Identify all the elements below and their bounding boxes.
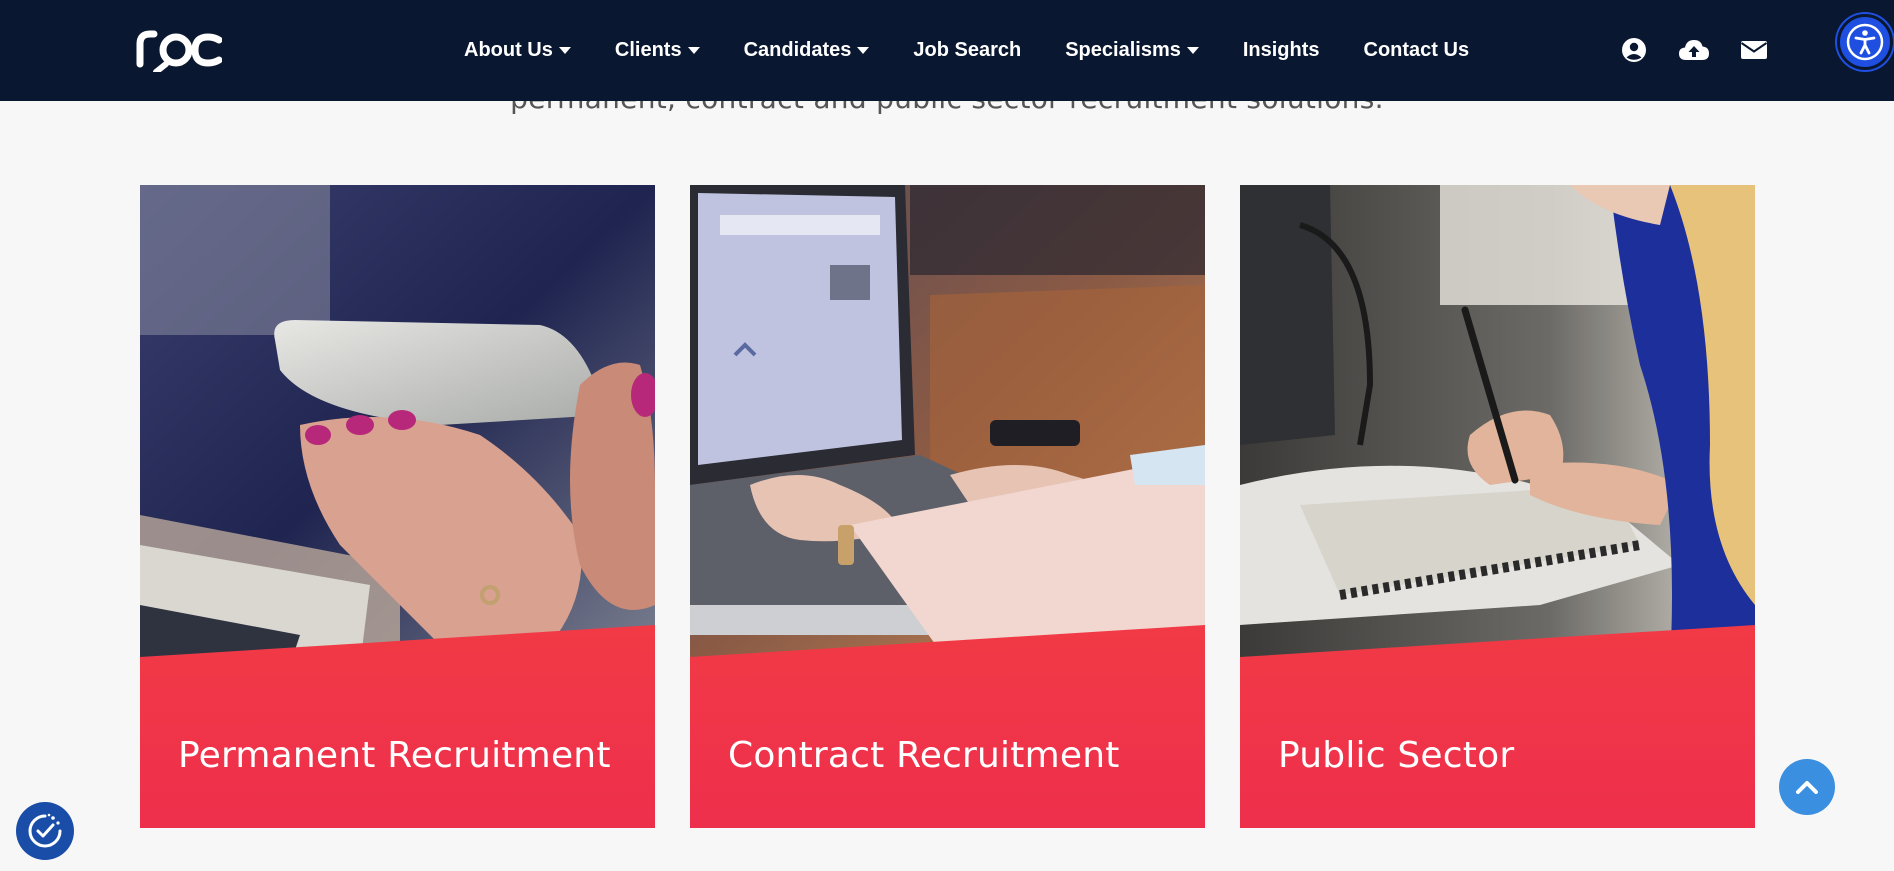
chevron-down-icon — [687, 47, 700, 54]
nav-contact-us[interactable]: Contact Us — [1364, 39, 1470, 62]
card-title: Public Sector — [1278, 735, 1515, 776]
typing-on-laptop-photo — [690, 185, 1205, 665]
roc-logo[interactable] — [136, 24, 222, 72]
card-contract-recruitment[interactable]: Contract Recruitment — [690, 185, 1205, 828]
card-title: Contract Recruitment — [728, 735, 1120, 776]
nav-insights[interactable]: Insights — [1243, 39, 1320, 62]
hand-holding-phone-photo — [140, 185, 655, 665]
nav-label: Clients — [614, 39, 682, 61]
nav-label: Candidates — [743, 39, 852, 61]
nav-label: Job Search — [913, 39, 1022, 61]
nav-candidates[interactable]: Candidates — [744, 39, 870, 62]
nav-label: Specialisms — [1065, 39, 1181, 61]
nav-label: Contact Us — [1363, 39, 1470, 61]
cookie-consent-button[interactable] — [16, 802, 74, 860]
card-permanent-recruitment[interactable]: Permanent Recruitment — [140, 185, 655, 828]
nav-job-search[interactable]: Job Search — [913, 39, 1021, 62]
chevron-down-icon — [857, 47, 870, 54]
envelope-icon[interactable] — [1740, 36, 1768, 64]
main-nav: About Us Clients Candidates Job Search S… — [464, 0, 1513, 101]
nav-about-us[interactable]: About Us — [464, 39, 571, 62]
accessibility-button[interactable] — [1837, 14, 1893, 70]
card-title: Permanent Recruitment — [178, 735, 611, 776]
cloud-upload-icon[interactable] — [1678, 36, 1710, 64]
nav-label: About Us — [464, 39, 553, 61]
chevron-down-icon — [1186, 47, 1199, 54]
card-public-sector[interactable]: Public Sector — [1240, 185, 1755, 828]
nav-specialisms[interactable]: Specialisms — [1065, 39, 1199, 62]
nav-label: Insights — [1242, 39, 1320, 61]
scroll-to-top-button[interactable] — [1779, 759, 1835, 815]
user-icon[interactable] — [1620, 36, 1648, 64]
writing-in-notebook-photo — [1240, 185, 1755, 665]
services-cards: Permanent Recruitment Contract Recruitme… — [140, 185, 1755, 828]
chevron-down-icon — [558, 47, 571, 54]
cookie-check-icon — [28, 813, 62, 848]
nav-clients[interactable]: Clients — [615, 39, 700, 62]
accessibility-icon — [1846, 23, 1884, 61]
chevron-up-icon — [1796, 781, 1818, 794]
site-header: About Us Clients Candidates Job Search S… — [0, 0, 1894, 101]
header-actions — [1620, 36, 1768, 64]
